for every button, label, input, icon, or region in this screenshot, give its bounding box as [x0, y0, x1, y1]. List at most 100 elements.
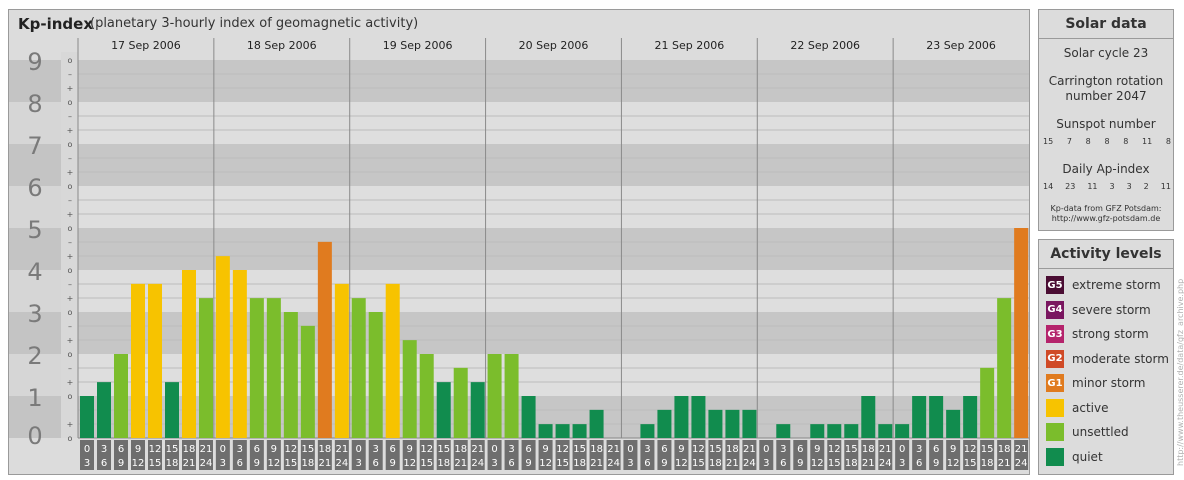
hour-end-label: 3 — [220, 458, 226, 469]
hour-start-label: 0 — [899, 444, 905, 455]
legend-item: unsettled — [1046, 423, 1129, 441]
hour-end-label: 24 — [607, 458, 620, 469]
hour-start-label: 6 — [118, 444, 124, 455]
hour-start-label: 12 — [420, 444, 433, 455]
kp-bar — [997, 298, 1012, 438]
kp-bar — [266, 298, 281, 438]
kp-bar — [895, 424, 910, 438]
hour-end-label: 9 — [525, 458, 531, 469]
kp-bar — [148, 283, 162, 438]
hour-start-label: 15 — [709, 444, 722, 455]
hour-start-label: 9 — [135, 444, 141, 455]
legend-label: moderate storm — [1072, 351, 1169, 366]
hour-end-label: 21 — [862, 458, 875, 469]
legend-label: unsettled — [1072, 425, 1129, 439]
date-label: 21 Sep 2006 — [654, 39, 724, 52]
y-minor-tick-label: o — [68, 266, 73, 275]
kp-bar — [199, 298, 213, 438]
hour-start-label: 3 — [916, 444, 922, 455]
hour-end-label: 15 — [556, 458, 569, 469]
kp-bar — [776, 424, 791, 438]
ap-index-value: 3 — [1109, 182, 1115, 191]
legend-swatch — [1046, 398, 1064, 417]
y-tick-label: 6 — [27, 174, 42, 202]
hour-end-label: 21 — [726, 458, 739, 469]
hour-start-label: 15 — [845, 444, 858, 455]
sunspot-label: Sunspot number — [1056, 117, 1156, 131]
y-minor-tick-label: – — [68, 238, 72, 247]
kp-bar — [708, 409, 723, 438]
kp-bar — [946, 409, 961, 438]
hour-end-label: 15 — [149, 458, 162, 469]
hour-start-label: 9 — [271, 444, 277, 455]
hour-start-label: 6 — [254, 444, 260, 455]
hour-start-label: 3 — [237, 444, 243, 455]
kp-bar — [351, 298, 366, 438]
hour-start-label: 0 — [84, 444, 90, 455]
hour-start-label: 0 — [356, 444, 362, 455]
ap-index-label: Daily Ap-index — [1062, 162, 1150, 176]
ap-index-value: 3 — [1126, 182, 1132, 191]
kp-bar — [844, 424, 859, 438]
hour-start-label: 3 — [373, 444, 379, 455]
hour-end-label: 9 — [390, 458, 396, 469]
y-minor-tick-label: – — [68, 112, 72, 121]
y-minor-tick-label: – — [68, 364, 72, 373]
hour-start-label: 0 — [220, 444, 226, 455]
kp-bar — [334, 283, 349, 438]
hour-end-label: 24 — [1015, 458, 1028, 469]
hour-start-label: 6 — [390, 444, 396, 455]
y-band — [78, 102, 1029, 144]
hour-start-label: 15 — [437, 444, 450, 455]
hour-end-label: 9 — [933, 458, 939, 469]
kp-bar — [114, 354, 128, 438]
hour-end-label: 6 — [916, 458, 922, 469]
legend-swatch: G1 — [1046, 374, 1064, 392]
hour-end-label: 24 — [471, 458, 484, 469]
legend-swatch: G5 — [1046, 276, 1064, 294]
hour-start-label: 9 — [814, 444, 820, 455]
legend-item: G4 severe storm — [1046, 300, 1151, 319]
hour-start-label: 18 — [454, 444, 467, 455]
kp-bar — [929, 396, 944, 438]
sunspot-value: 15 — [1043, 137, 1054, 146]
hour-end-label: 3 — [356, 458, 362, 469]
sunspot-values: 15 7 8 8 8 11 8 — [1043, 137, 1171, 146]
hour-end-label: 6 — [101, 458, 107, 469]
y-minor-tick-label: o — [68, 308, 73, 317]
hour-end-label: 24 — [879, 458, 892, 469]
hour-start-label: 18 — [590, 444, 603, 455]
y-tick-label: 5 — [27, 216, 42, 244]
kp-bar — [963, 396, 978, 438]
kp-bar — [674, 396, 689, 438]
hour-start-label: 3 — [644, 444, 650, 455]
hour-start-label: 21 — [1015, 444, 1028, 455]
hour-end-label: 12 — [539, 458, 552, 469]
hour-start-label: 0 — [491, 444, 497, 455]
carrington-line-1: Carrington rotation — [1048, 74, 1164, 88]
kp-bar — [538, 424, 553, 438]
y-tick-label: 1 — [27, 384, 42, 412]
sunspot-value: 11 — [1142, 137, 1153, 146]
hour-end-label: 6 — [237, 458, 243, 469]
hour-end-label: 21 — [590, 458, 603, 469]
date-label: 22 Sep 2006 — [790, 39, 860, 52]
y-minor-tick-label: – — [68, 196, 72, 205]
hour-end-label: 9 — [254, 458, 260, 469]
hour-start-label: 6 — [525, 444, 531, 455]
kp-bar — [1014, 228, 1029, 438]
hour-end-label: 3 — [491, 458, 497, 469]
kp-bar — [589, 409, 604, 438]
kp-chart-panel: Kp-index (planetary 3-hourly index of ge… — [8, 9, 1030, 475]
y-minor-tick-label: – — [68, 70, 72, 79]
y-minor-tick-label: + — [67, 168, 74, 177]
legend-label: active — [1072, 400, 1109, 415]
legend-item: quiet — [1046, 447, 1103, 466]
ap-index-value: 23 — [1065, 182, 1076, 191]
solar-cycle: Solar cycle 23 — [1063, 46, 1149, 60]
y-minor-tick-label: + — [67, 336, 74, 345]
y-minor-tick-label: + — [67, 126, 74, 135]
hour-start-label: 6 — [661, 444, 667, 455]
kp-bar — [232, 270, 247, 438]
legend-label: severe storm — [1072, 302, 1151, 317]
